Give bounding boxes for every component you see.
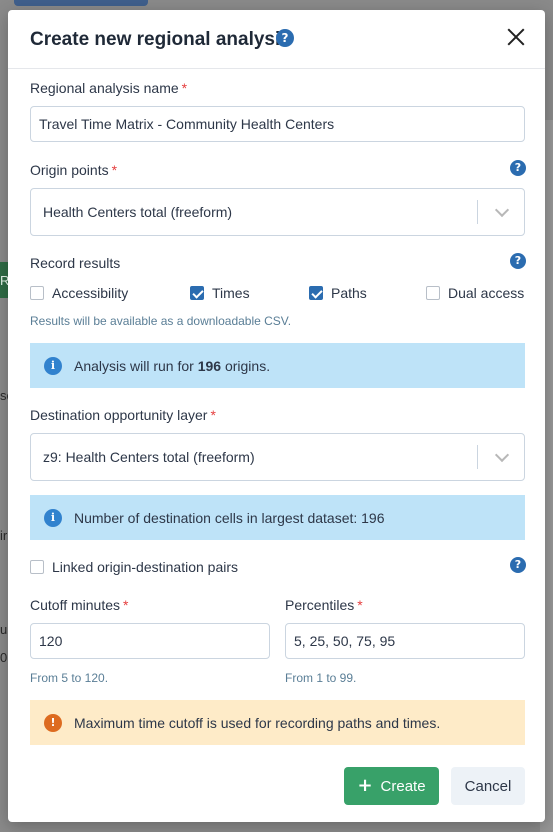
create-regional-analysis-modal: Create new regional analysis ? Regional … xyxy=(8,10,545,822)
origin-label: Origin points * xyxy=(30,162,117,178)
name-label: Regional analysis name * xyxy=(30,80,187,96)
modal-header: Create new regional analysis ? xyxy=(8,10,545,68)
paths-checkbox[interactable]: Paths xyxy=(309,285,367,301)
help-icon[interactable]: ? xyxy=(510,253,526,269)
checkbox-label: Paths xyxy=(331,285,367,301)
checkbox-label: Times xyxy=(212,285,250,301)
plus-icon: + xyxy=(357,775,373,796)
destination-info-alert: i Number of destination cells in largest… xyxy=(30,495,525,540)
times-checkbox[interactable]: Times xyxy=(190,285,250,301)
create-button[interactable]: + Create xyxy=(344,767,439,805)
help-icon[interactable]: ? xyxy=(510,160,526,176)
percentiles-label-text: Percentiles xyxy=(285,597,355,613)
linked-pairs-checkbox[interactable]: Linked origin-destination pairs xyxy=(30,559,238,575)
origins-info-text: Analysis will run for 196 origins. xyxy=(74,358,270,374)
checkbox-box[interactable] xyxy=(30,286,44,300)
checkbox-box[interactable] xyxy=(426,286,440,300)
percentiles-hint: From 1 to 99. xyxy=(285,671,357,685)
info-icon: i xyxy=(44,508,62,527)
close-icon[interactable] xyxy=(507,28,525,46)
checkbox-label: Linked origin-destination pairs xyxy=(52,559,238,575)
info-icon: i xyxy=(44,356,62,375)
chevron-down-icon[interactable] xyxy=(494,447,510,463)
record-results-label: Record results xyxy=(30,255,121,271)
cancel-button[interactable]: Cancel xyxy=(451,767,525,805)
destination-layer-select[interactable]: z9: Health Centers total (freeform) xyxy=(30,433,525,481)
cutoff-minutes-input[interactable] xyxy=(30,623,270,659)
select-separator xyxy=(477,200,478,224)
background-text-fragment: ir xyxy=(0,528,8,543)
origins-count: 196 xyxy=(197,357,222,374)
required-marker: * xyxy=(111,162,118,178)
cutoff-hint: From 5 to 120. xyxy=(30,671,109,685)
origin-points-value: Health Centers total (freeform) xyxy=(43,204,233,220)
origin-label-text: Origin points xyxy=(30,162,109,178)
checkbox-label: Accessibility xyxy=(52,285,129,301)
required-marker: * xyxy=(123,597,129,613)
cancel-button-label: Cancel xyxy=(464,777,512,795)
required-marker: * xyxy=(357,597,363,613)
modal-title: Create new regional analysis xyxy=(30,29,291,50)
checkbox-label: Dual access xyxy=(448,285,525,301)
destination-info-text: Number of destination cells in largest d… xyxy=(74,509,385,526)
origin-points-select[interactable]: Health Centers total (freeform) xyxy=(30,188,525,236)
origins-info-prefix: Analysis will run for xyxy=(74,357,198,374)
help-icon[interactable]: ? xyxy=(276,29,294,47)
required-marker: * xyxy=(181,80,188,96)
cutoff-warning-alert: ! Maximum time cutoff is used for record… xyxy=(30,700,525,745)
destination-label: Destination opportunity layer * xyxy=(30,407,216,423)
name-label-text: Regional analysis name xyxy=(30,80,179,96)
destination-layer-value: z9: Health Centers total (freeform) xyxy=(43,449,255,465)
destination-label-text: Destination opportunity layer xyxy=(30,407,208,423)
warning-icon: ! xyxy=(44,713,62,732)
percentiles-label: Percentiles * xyxy=(285,597,363,613)
help-icon[interactable]: ? xyxy=(510,557,526,573)
warning-text: Maximum time cutoff is used for recordin… xyxy=(74,714,441,731)
dual-access-checkbox[interactable]: Dual access xyxy=(426,285,524,301)
select-separator xyxy=(477,445,478,469)
create-button-label: Create xyxy=(380,777,426,795)
required-marker: * xyxy=(210,407,216,423)
checkbox-box[interactable] xyxy=(309,286,323,300)
record-results-checkboxes: Accessibility Times Paths Dual access xyxy=(30,285,525,305)
header-divider xyxy=(8,68,545,69)
cutoff-label-text: Cutoff minutes xyxy=(30,597,121,613)
background-button xyxy=(14,0,148,6)
checkbox-box[interactable] xyxy=(190,286,204,300)
background-text-fragment: 0 xyxy=(0,650,8,665)
origins-info-alert: i Analysis will run for 196 origins. xyxy=(30,343,525,388)
analysis-name-input[interactable] xyxy=(30,106,525,142)
accessibility-checkbox[interactable]: Accessibility xyxy=(30,285,128,301)
record-results-hint: Results will be available as a downloada… xyxy=(30,314,292,328)
chevron-down-icon[interactable] xyxy=(494,202,510,218)
checkbox-box[interactable] xyxy=(30,560,44,574)
percentiles-input[interactable] xyxy=(285,623,525,659)
cutoff-label: Cutoff minutes * xyxy=(30,597,128,613)
origins-info-suffix: origins. xyxy=(221,357,271,374)
